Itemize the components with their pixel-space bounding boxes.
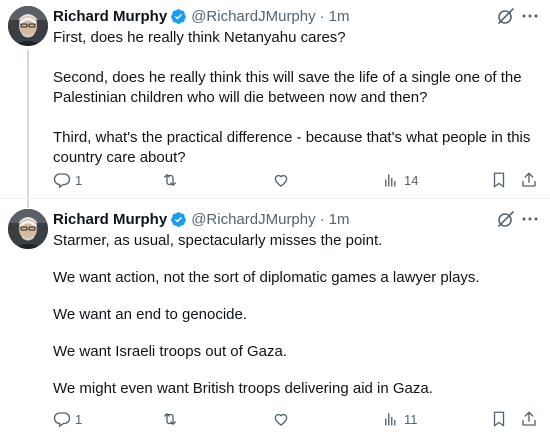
bookmark-button[interactable]	[490, 409, 508, 429]
reply-count: 1	[75, 411, 83, 427]
more-icon[interactable]	[520, 6, 540, 26]
action-bar: 1 14	[53, 170, 543, 190]
author-name[interactable]: Richard Murphy	[53, 8, 167, 25]
like-button[interactable]	[272, 170, 294, 190]
repost-button[interactable]	[161, 170, 183, 190]
tweet-text: Starmer, as usual, spectacularly misses …	[53, 231, 538, 399]
action-bar: 1 11	[53, 409, 543, 429]
avatar[interactable]	[8, 6, 48, 46]
tweet-paragraph: We might even want British troops delive…	[53, 380, 433, 397]
tweet-paragraph: We want an end to genocide.	[53, 306, 248, 323]
reply-icon	[53, 412, 71, 428]
avatar[interactable]	[8, 209, 48, 249]
views-button[interactable]: 11	[382, 409, 418, 429]
like-icon	[274, 413, 288, 426]
repost-button[interactable]	[161, 409, 183, 429]
verified-badge-icon	[171, 211, 187, 227]
tweet-paragraph: First, does he really think Netanyahu ca…	[53, 29, 346, 46]
share-icon	[522, 172, 536, 187]
author-name[interactable]: Richard Murphy	[53, 211, 167, 228]
reply-count: 1	[75, 172, 83, 188]
reply-icon	[53, 173, 71, 189]
thread-connector	[27, 50, 29, 200]
more-icon[interactable]	[520, 209, 540, 229]
tweet[interactable]: Richard Murphy @RichardJMurphy · 1m Star…	[0, 199, 550, 437]
separator-dot: ·	[319, 7, 325, 25]
share-icon	[522, 411, 536, 426]
repost-icon	[164, 413, 176, 425]
views-button[interactable]: 14	[382, 170, 418, 190]
grok-icon[interactable]	[496, 209, 516, 229]
share-button[interactable]	[520, 409, 538, 429]
timestamp[interactable]: 1m	[329, 8, 350, 25]
separator-dot: ·	[319, 210, 325, 228]
bookmark-icon	[493, 411, 505, 427]
repost-icon	[164, 174, 176, 186]
verified-badge-icon	[171, 8, 187, 24]
bookmark-button[interactable]	[490, 170, 508, 190]
tweet-paragraph: Starmer, as usual, spectacularly misses …	[53, 232, 383, 249]
grok-icon[interactable]	[496, 6, 516, 26]
views-icon	[385, 174, 396, 187]
tweet-header: Richard Murphy @RichardJMurphy · 1m	[53, 6, 349, 26]
tweet-paragraph: Third, what's the practical difference -…	[53, 129, 531, 166]
views-count: 11	[404, 411, 418, 427]
reply-button[interactable]: 1	[53, 170, 82, 190]
tweet-text: First, does he really think Netanyahu ca…	[53, 28, 538, 168]
like-icon	[274, 174, 288, 187]
tweet-header: Richard Murphy @RichardJMurphy · 1m	[53, 209, 349, 229]
tweet[interactable]: Richard Murphy @RichardJMurphy · 1m Firs…	[0, 0, 550, 200]
author-handle[interactable]: @RichardJMurphy	[191, 211, 315, 228]
thread-connector	[27, 199, 29, 208]
tweet-paragraph: Second, does he really think this will s…	[53, 69, 522, 106]
tweet-paragraph: We want Israeli troops out of Gaza.	[53, 343, 288, 360]
tweet-paragraph: We want action, not the sort of diplomat…	[53, 269, 480, 286]
timestamp[interactable]: 1m	[329, 211, 350, 228]
reply-button[interactable]: 1	[53, 409, 82, 429]
views-count: 14	[404, 172, 419, 188]
bookmark-icon	[493, 172, 505, 188]
author-handle[interactable]: @RichardJMurphy	[191, 8, 315, 25]
views-icon	[385, 413, 396, 426]
like-button[interactable]	[272, 409, 294, 429]
share-button[interactable]	[520, 170, 538, 190]
